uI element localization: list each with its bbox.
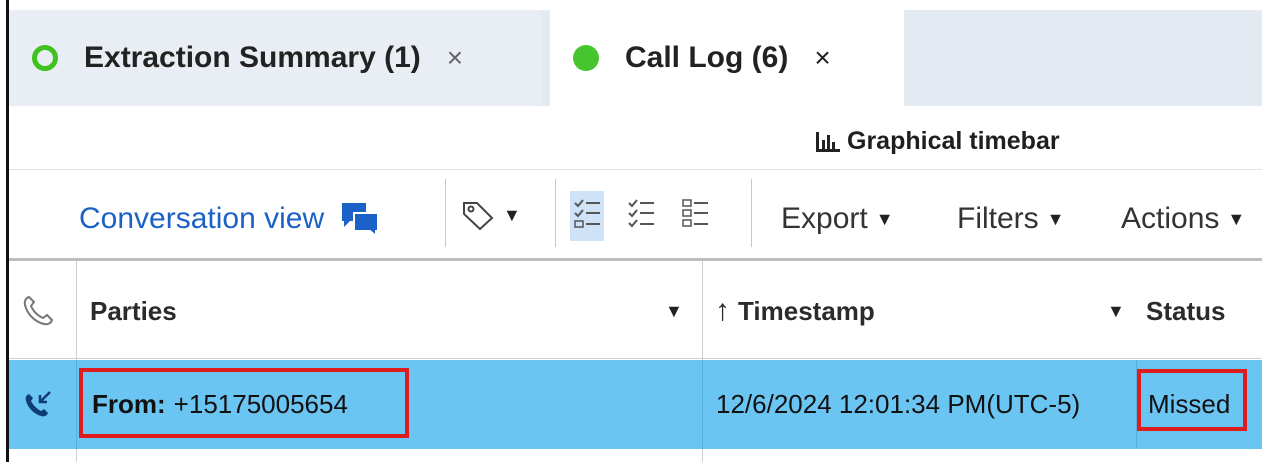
chevron-down-icon[interactable]: ▼ (665, 301, 683, 322)
phone-icon (23, 295, 54, 326)
call-type-cell (23, 360, 73, 449)
tab-call-log[interactable]: Call Log (6) × (550, 10, 904, 106)
tab-label: Call Log (6) (625, 41, 789, 74)
column-divider (76, 261, 77, 361)
chevron-down-icon: ▼ (1046, 208, 1065, 229)
table-header: Parties ▼ ↑ Timestamp ▼ Status (9, 258, 1262, 361)
export-dropdown[interactable]: Export ▼ (781, 199, 894, 239)
timestamp-header-label: Timestamp (738, 295, 875, 326)
timestamp-cell: 12/6/2024 12:01:34 PM(UTC-5) (716, 360, 1136, 449)
status-ring-icon (32, 45, 58, 71)
column-header-timestamp[interactable]: ↑ Timestamp (715, 261, 1115, 361)
sort-ascending-icon: ↑ (715, 294, 730, 327)
checked-list-icon (574, 199, 600, 228)
toolbar: Conversation view ▼ Export ▼ Filters ▼ A… (9, 171, 1262, 257)
column-header-type[interactable] (21, 261, 77, 361)
status-header-label: Status (1146, 295, 1226, 326)
actions-dropdown[interactable]: Actions ▼ (1121, 199, 1245, 239)
timestamp-value: 12/6/2024 12:01:34 PM(UTC-5) (716, 389, 1081, 419)
filters-label: Filters (957, 202, 1039, 235)
check-list-icon (628, 199, 654, 228)
chat-bubbles-icon (342, 203, 380, 237)
parties-header-label: Parties (90, 295, 177, 326)
partial-check-list-button[interactable] (627, 199, 655, 233)
toolbar-separator (445, 179, 446, 247)
close-icon[interactable]: × (814, 44, 830, 72)
filters-dropdown[interactable]: Filters ▼ (957, 199, 1065, 239)
tab-bar: Extraction Summary (1) × Call Log (6) × (9, 10, 1262, 106)
column-divider (76, 360, 77, 449)
column-divider (702, 360, 703, 449)
bar-chart-icon (816, 132, 840, 152)
conversation-view-button[interactable]: Conversation view (79, 199, 380, 239)
highlight-box-parties (79, 368, 409, 438)
column-header-parties[interactable]: Parties (90, 261, 690, 361)
timebar-strip: Graphical timebar (9, 106, 1262, 170)
tag-dropdown-button[interactable]: ▼ (461, 195, 521, 235)
status-dot-icon (573, 45, 599, 71)
tab-label: Extraction Summary (1) (84, 41, 421, 74)
table-row[interactable] (9, 449, 1262, 462)
actions-label: Actions (1121, 202, 1220, 235)
column-divider (76, 449, 77, 462)
toolbar-separator (555, 179, 556, 247)
tag-icon (463, 202, 494, 231)
chevron-down-icon: ▼ (875, 208, 894, 229)
export-label: Export (781, 202, 868, 235)
chevron-down-icon: ▼ (503, 204, 521, 225)
chevron-down-icon: ▼ (1227, 208, 1246, 229)
close-icon[interactable]: × (447, 44, 463, 72)
table-row[interactable]: From: +15175005654 12/6/2024 12:01:34 PM… (9, 360, 1262, 449)
highlight-box-status (1137, 369, 1247, 431)
toolbar-separator (751, 179, 752, 247)
incoming-call-icon (25, 390, 51, 416)
timebar-label: Graphical timebar (847, 126, 1060, 155)
column-divider (702, 449, 703, 462)
call-log-table: Parties ▼ ↑ Timestamp ▼ Status From: +15… (9, 258, 1262, 462)
column-header-status[interactable]: Status (1146, 261, 1262, 361)
column-divider (702, 261, 703, 361)
checked-list-view-button[interactable] (573, 199, 601, 233)
chevron-down-icon[interactable]: ▼ (1107, 301, 1125, 322)
conversation-view-label: Conversation view (79, 202, 325, 235)
tab-extraction-summary[interactable]: Extraction Summary (1) × (9, 10, 541, 106)
unchecked-list-button[interactable] (681, 199, 709, 233)
unchecked-list-icon (682, 199, 708, 227)
graphical-timebar-button[interactable]: Graphical timebar (815, 126, 1060, 156)
